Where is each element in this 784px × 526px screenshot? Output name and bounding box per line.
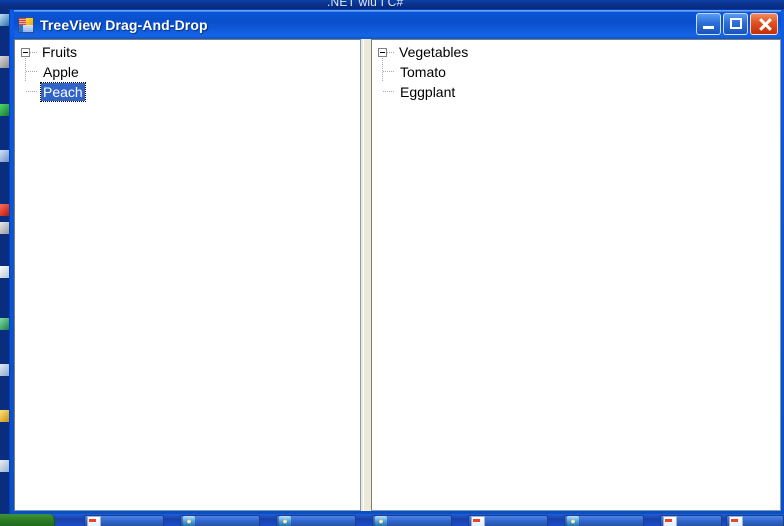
collapse-minus-icon[interactable] xyxy=(378,47,387,57)
background-window-title: .NET wiu I C# xyxy=(327,0,404,9)
internet-explorer-icon xyxy=(375,516,387,526)
title-bar[interactable]: TreeView Drag-And-Drop xyxy=(14,10,781,39)
tree-node-peach[interactable]: Peach xyxy=(25,82,360,102)
fruits-tree-view[interactable]: Fruits Apple Peach xyxy=(14,39,361,511)
tree-node-label: Eggplant xyxy=(400,84,456,100)
document-icon xyxy=(663,516,677,526)
maximize-button[interactable] xyxy=(723,13,748,35)
tree-node-label: Vegetables xyxy=(399,44,469,60)
taskbar-button[interactable] xyxy=(660,515,722,526)
desktop-icon[interactable] xyxy=(0,266,9,278)
internet-explorer-icon xyxy=(567,516,579,526)
start-button[interactable] xyxy=(0,514,55,526)
close-button[interactable] xyxy=(750,13,778,35)
taskbar-button[interactable] xyxy=(276,515,356,526)
collapse-minus-icon[interactable] xyxy=(21,47,30,57)
application-window: TreeView Drag-And-Drop Fruits Apple Peac… xyxy=(9,9,784,515)
tree-node-label: Tomato xyxy=(400,64,446,80)
taskbar-button[interactable] xyxy=(726,515,784,526)
background-window-caption[interactable]: .NET wiu I C# xyxy=(0,0,784,9)
internet-explorer-icon xyxy=(279,516,291,526)
tree-node-label: Peach xyxy=(40,82,86,102)
tree-connector-elbow xyxy=(382,62,398,82)
screen: .NET wiu I C# TreeView Drag-And-Drop Fru… xyxy=(0,0,784,526)
tree-root-container: Fruits Apple Peach xyxy=(15,40,360,102)
tree-node-fruits[interactable]: Fruits xyxy=(17,42,360,62)
taskbar-button[interactable] xyxy=(468,515,548,526)
tree-node-apple[interactable]: Apple xyxy=(25,62,360,82)
desktop-icon[interactable] xyxy=(0,364,9,376)
minimize-icon xyxy=(697,14,720,34)
vegetables-tree-view[interactable]: Vegetables Tomato Eggplant xyxy=(371,39,781,511)
splitter-handle[interactable] xyxy=(361,39,371,511)
desktop-icon[interactable] xyxy=(0,56,9,68)
tree-connector-elbow xyxy=(25,82,41,102)
desktop-icon[interactable] xyxy=(0,104,9,116)
window-frame: TreeView Drag-And-Drop Fruits Apple Peac… xyxy=(10,10,784,515)
taskbar xyxy=(0,514,784,526)
window-title: TreeView Drag-And-Drop xyxy=(40,16,208,33)
desktop-icon[interactable] xyxy=(0,14,9,26)
document-icon xyxy=(471,516,485,526)
tree-node-label: Apple xyxy=(43,64,79,80)
close-icon xyxy=(751,14,777,34)
dotnet-winforms-app-icon[interactable] xyxy=(18,16,34,33)
minimize-button[interactable] xyxy=(696,13,721,35)
desktop-icon[interactable] xyxy=(0,460,9,472)
tree-children-fruits: Apple Peach xyxy=(25,58,360,102)
tree-connector-elbow xyxy=(382,82,398,102)
tree-root-container: Vegetables Tomato Eggplant xyxy=(372,40,780,102)
taskbar-button[interactable] xyxy=(372,515,452,526)
caption-button-group xyxy=(696,13,778,35)
tree-connector-elbow xyxy=(25,62,41,82)
tree-children-vegetables: Tomato Eggplant xyxy=(382,58,780,102)
desktop-icon[interactable] xyxy=(0,150,9,162)
taskbar-button[interactable] xyxy=(180,515,260,526)
desktop-icon[interactable] xyxy=(0,318,9,330)
client-area: Fruits Apple Peach Vegetables Tomato Egg… xyxy=(14,39,781,511)
taskbar-button[interactable] xyxy=(564,515,644,526)
desktop-icon[interactable] xyxy=(0,222,9,234)
tree-node-tomato[interactable]: Tomato xyxy=(382,62,780,82)
maximize-icon xyxy=(724,14,747,34)
tree-connector-line xyxy=(30,51,37,53)
tree-connector-line xyxy=(387,51,394,53)
taskbar-button[interactable] xyxy=(84,515,164,526)
desktop-icon[interactable] xyxy=(0,204,9,216)
tree-node-vegetables[interactable]: Vegetables xyxy=(374,42,780,62)
document-icon xyxy=(87,516,101,526)
tree-node-label: Fruits xyxy=(42,44,77,60)
internet-explorer-icon xyxy=(183,516,195,526)
document-icon xyxy=(729,516,743,526)
desktop-icon-strip xyxy=(0,8,9,513)
desktop-icon[interactable] xyxy=(0,410,9,422)
tree-node-eggplant[interactable]: Eggplant xyxy=(382,82,780,102)
